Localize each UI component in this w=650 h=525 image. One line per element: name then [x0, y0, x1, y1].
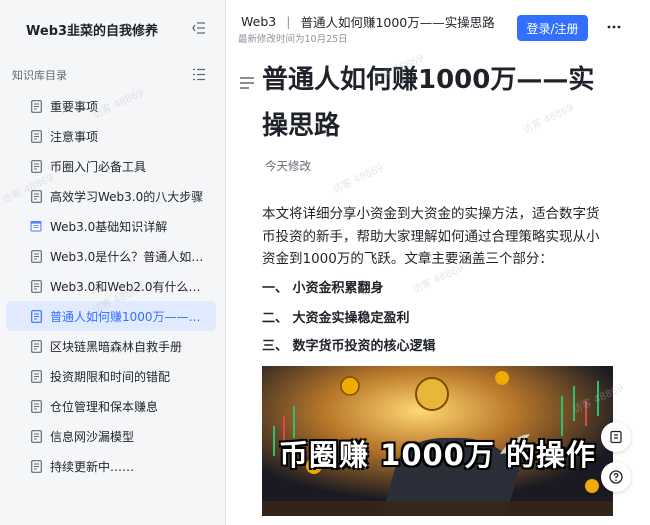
- nav-item-hourglass[interactable]: 信息网沙漏模型: [6, 421, 216, 451]
- comment-icon[interactable]: [601, 422, 631, 452]
- nav-item-updating[interactable]: 持续更新中……: [6, 451, 216, 481]
- nav-item-tools[interactable]: 币圈入门必备工具: [6, 151, 216, 181]
- nav-item-label: 重要事项: [50, 99, 99, 114]
- intro-paragraph: 本文将详细分享小资金到大资金的实操方法，适合数字货币投资的新手，帮助大家理解如何…: [262, 206, 600, 267]
- doc-icon: [30, 369, 42, 383]
- sidebar: Web3韭菜的自我修养 知识库目录 重要事项 注意事项 币圈入门必备工具 高效学…: [0, 0, 226, 525]
- doc-icon: [30, 189, 42, 203]
- doc-icon: [30, 399, 42, 413]
- doc-icon: [30, 309, 42, 323]
- doc-title: 普通人如何赚1000万——实操思路: [262, 65, 595, 141]
- section-heading-3: 三、 数字货币投资的核心逻辑: [262, 339, 436, 354]
- nav-item-dark-forest[interactable]: 区块链黑暗森林自救手册: [6, 331, 216, 361]
- doc-icon: [30, 99, 42, 113]
- nav-item-term-mismatch[interactable]: 投资期限和时间的错配: [6, 361, 216, 391]
- nav-item-label: 普通人如何赚1000万——实…: [50, 309, 210, 324]
- catalog-list-icon[interactable]: [192, 66, 208, 82]
- app-window: Web3韭菜的自我修养 知识库目录 重要事项 注意事项 币圈入门必备工具 高效学…: [0, 0, 650, 525]
- doc-icon: [30, 429, 42, 443]
- breadcrumb-root[interactable]: Web3: [241, 14, 276, 29]
- nav-item-label: 持续更新中……: [50, 459, 135, 474]
- doc-icon: [30, 339, 42, 353]
- breadcrumb-current: 普通人如何赚1000万——实操思路: [300, 15, 495, 30]
- catalog-label: 知识库目录: [12, 69, 67, 82]
- nav-item-web3-vs-web2[interactable]: Web3.0和Web2.0有什么区别…: [6, 271, 216, 301]
- more-icon[interactable]: [604, 17, 624, 37]
- login-register-button[interactable]: 登录/注册: [517, 15, 588, 41]
- doc-header: Web3 | 普通人如何赚1000万——实操思路 最新修改时间为10月25日 登…: [226, 0, 650, 52]
- nav-item-basics[interactable]: Web3.0基础知识详解: [6, 211, 216, 241]
- doc-icon: [30, 249, 42, 263]
- breadcrumb-separator: |: [286, 14, 291, 29]
- nav-item-what-is-web3[interactable]: Web3.0是什么？普通人如何…: [6, 241, 216, 271]
- section-heading-1: 一、 小资金积累翻身: [262, 281, 384, 296]
- calendar-icon: [30, 219, 42, 233]
- help-icon[interactable]: [601, 462, 631, 492]
- doc-icon: [30, 159, 42, 173]
- nav-item-label: 高效学习Web3.0的八大步骤: [50, 189, 204, 204]
- catalog-nav: 重要事项 注意事项 币圈入门必备工具 高效学习Web3.0的八大步骤 Web3.…: [6, 91, 216, 481]
- nav-item-important[interactable]: 重要事项: [6, 91, 216, 121]
- nav-item-label: 仓位管理和保本赚息: [50, 399, 159, 414]
- doc-icon: [30, 459, 42, 473]
- edit-status: 今天修改: [265, 159, 311, 173]
- doc-icon: [30, 129, 42, 143]
- last-modified: 最新修改时间为10月25日: [238, 34, 348, 45]
- nav-item-earn-10m[interactable]: 普通人如何赚1000万——实…: [6, 301, 216, 331]
- nav-item-notes[interactable]: 注意事项: [6, 121, 216, 151]
- nav-item-label: Web3.0是什么？普通人如何…: [50, 249, 210, 264]
- doc-content: 普通人如何赚1000万——实操思路 今天修改 本文将详细分享小资金到大资金的实操…: [226, 52, 650, 525]
- nav-item-label: 信息网沙漏模型: [50, 429, 135, 444]
- nav-item-eight-steps[interactable]: 高效学习Web3.0的八大步骤: [6, 181, 216, 211]
- nav-item-label: Web3.0和Web2.0有什么区别…: [50, 279, 210, 294]
- section-heading-2: 二、 大资金实操稳定盈利: [262, 311, 410, 326]
- space-title[interactable]: Web3韭菜的自我修养: [26, 20, 158, 39]
- outline-icon[interactable]: [240, 74, 254, 89]
- cover-caption: 币圈赚 1000万 的操作: [279, 438, 596, 472]
- doc-icon: [30, 279, 42, 293]
- nav-item-label: 注意事项: [50, 129, 99, 144]
- nav-item-label: 区块链黑暗森林自救手册: [50, 339, 183, 354]
- collapse-sidebar-icon[interactable]: [190, 19, 208, 37]
- nav-item-position-mgmt[interactable]: 仓位管理和保本赚息: [6, 391, 216, 421]
- nav-item-label: Web3.0基础知识详解: [50, 219, 168, 234]
- breadcrumb: Web3 | 普通人如何赚1000万——实操思路: [241, 12, 495, 31]
- cover-image[interactable]: 币圈赚 1000万 的操作: [262, 366, 613, 516]
- nav-item-label: 投资期限和时间的错配: [50, 369, 171, 384]
- nav-item-label: 币圈入门必备工具: [50, 159, 147, 174]
